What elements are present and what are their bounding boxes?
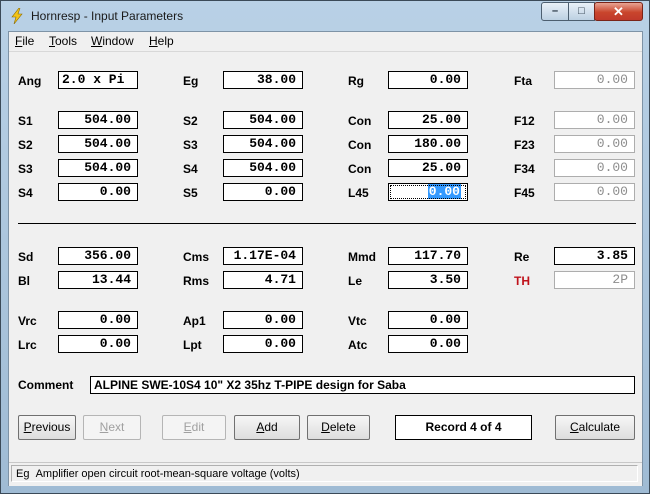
- close-icon: ✕: [613, 4, 624, 19]
- label-rg: Rg: [348, 74, 364, 88]
- field-f45: 0.00: [554, 183, 635, 201]
- minimize-icon: –: [551, 5, 559, 17]
- field-sd[interactable]: 356.00: [58, 247, 138, 265]
- field-rg[interactable]: 0.00: [388, 71, 468, 89]
- label-cms: Cms: [183, 250, 210, 264]
- minimize-button[interactable]: –: [541, 2, 569, 21]
- label-con-2: Con: [348, 138, 372, 152]
- window-title: Hornresp - Input Parameters: [31, 9, 184, 23]
- label-comment: Comment: [18, 378, 74, 392]
- label-f34: F34: [514, 162, 535, 176]
- label-lpt: Lpt: [183, 338, 202, 352]
- label-sd: Sd: [18, 250, 34, 264]
- field-mmd[interactable]: 117.70: [388, 247, 468, 265]
- field-f23: 0.00: [554, 135, 635, 153]
- field-s3-right[interactable]: 504.00: [223, 135, 303, 153]
- label-s2-right: S2: [183, 114, 198, 128]
- status-text-panel: Eg Amplifier open circuit root-mean-squa…: [11, 465, 638, 482]
- field-l45[interactable]: 0.00: [388, 183, 468, 201]
- field-s4[interactable]: 0.00: [58, 183, 138, 201]
- field-bl[interactable]: 13.44: [58, 271, 138, 289]
- field-s1[interactable]: 504.00: [58, 111, 138, 129]
- field-l45-selected-text: 0.00: [427, 184, 461, 199]
- delete-button[interactable]: Delete: [307, 415, 370, 440]
- field-atc[interactable]: 0.00: [388, 335, 468, 353]
- label-s5: S5: [183, 186, 198, 200]
- add-button[interactable]: Add: [234, 415, 300, 440]
- record-indicator: Record 4 of 4: [395, 415, 532, 440]
- field-rms[interactable]: 4.71: [223, 271, 303, 289]
- field-eg[interactable]: 38.00: [223, 71, 303, 89]
- field-lpt[interactable]: 0.00: [223, 335, 303, 353]
- label-re: Re: [514, 250, 530, 264]
- menu-tools[interactable]: Tools: [49, 34, 77, 48]
- label-f12: F12: [514, 114, 535, 128]
- title-bar[interactable]: Hornresp - Input Parameters – □ ✕: [1, 1, 649, 31]
- label-s3: S3: [18, 162, 33, 176]
- label-s4-right: S4: [183, 162, 198, 176]
- field-s3[interactable]: 504.00: [58, 159, 138, 177]
- label-s4: S4: [18, 186, 33, 200]
- field-cms[interactable]: 1.17E-04: [223, 247, 303, 265]
- status-text: Amplifier open circuit root-mean-square …: [35, 468, 300, 480]
- label-s1: S1: [18, 114, 33, 128]
- field-re[interactable]: 3.85: [554, 247, 635, 265]
- calculate-button[interactable]: Calculate: [555, 415, 635, 440]
- maximize-icon: □: [578, 5, 585, 17]
- field-vtc[interactable]: 0.00: [388, 311, 468, 329]
- label-atc: Atc: [348, 338, 368, 352]
- label-mmd: Mmd: [348, 250, 376, 264]
- edit-button[interactable]: Edit: [162, 415, 226, 440]
- status-code: Eg: [16, 468, 30, 480]
- field-le[interactable]: 3.50: [388, 271, 468, 289]
- field-s2[interactable]: 504.00: [58, 135, 138, 153]
- menu-bar: File Tools Window Help: [9, 32, 642, 52]
- divider: [18, 223, 636, 224]
- label-f23: F23: [514, 138, 535, 152]
- field-con-3[interactable]: 25.00: [388, 159, 468, 177]
- label-l45: L45: [348, 186, 369, 200]
- field-con-2[interactable]: 180.00: [388, 135, 468, 153]
- label-eg: Eg: [183, 74, 199, 88]
- label-ang: Ang: [18, 74, 42, 88]
- input-parameters-panel: File Tools Window Help Ang 2.0 x Pi Eg 3…: [8, 31, 643, 486]
- menu-file[interactable]: File: [15, 34, 34, 48]
- status-bar: Eg Amplifier open circuit root-mean-squa…: [9, 462, 642, 486]
- field-fta: 0.00: [554, 71, 635, 89]
- label-con-1: Con: [348, 114, 372, 128]
- field-th[interactable]: 2P: [554, 271, 635, 289]
- field-vrc[interactable]: 0.00: [58, 311, 138, 329]
- maximize-button[interactable]: □: [568, 2, 595, 21]
- app-window: Hornresp - Input Parameters – □ ✕ File T…: [0, 0, 650, 494]
- label-con-3: Con: [348, 162, 372, 176]
- field-s2-right[interactable]: 504.00: [223, 111, 303, 129]
- label-s2: S2: [18, 138, 33, 152]
- comment-field[interactable]: ALPINE SWE-10S4 10" X2 35hz T-PIPE desig…: [90, 376, 635, 394]
- next-button[interactable]: Next: [83, 415, 141, 440]
- menu-help[interactable]: Help: [149, 34, 174, 48]
- field-lrc[interactable]: 0.00: [58, 335, 138, 353]
- label-ap1: Ap1: [183, 314, 206, 328]
- label-vtc: Vtc: [348, 314, 367, 328]
- field-f34: 0.00: [554, 159, 635, 177]
- field-f12: 0.00: [554, 111, 635, 129]
- label-lrc: Lrc: [18, 338, 37, 352]
- field-ap1[interactable]: 0.00: [223, 311, 303, 329]
- field-ang[interactable]: 2.0 x Pi: [58, 71, 138, 89]
- label-fta: Fta: [514, 74, 532, 88]
- label-f45: F45: [514, 186, 535, 200]
- label-s3-right: S3: [183, 138, 198, 152]
- field-con-1[interactable]: 25.00: [388, 111, 468, 129]
- previous-button[interactable]: Previous: [18, 415, 76, 440]
- label-le: Le: [348, 274, 363, 288]
- menu-window[interactable]: Window: [91, 34, 134, 48]
- label-rms: Rms: [183, 274, 210, 288]
- close-button[interactable]: ✕: [594, 2, 643, 21]
- field-s5[interactable]: 0.00: [223, 183, 303, 201]
- label-vrc: Vrc: [18, 314, 37, 328]
- label-bl: Bl: [18, 274, 30, 288]
- label-th: TH: [514, 274, 530, 288]
- lightning-bolt-icon: [11, 8, 23, 24]
- field-s4-right[interactable]: 504.00: [223, 159, 303, 177]
